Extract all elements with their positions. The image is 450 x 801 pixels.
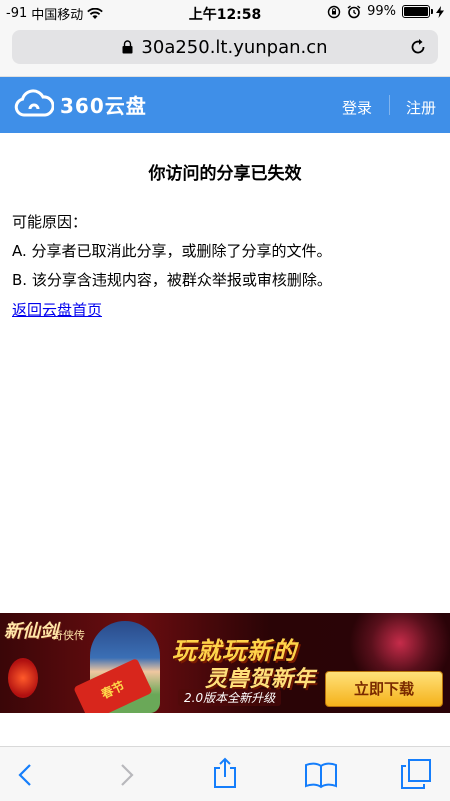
logo[interactable]: 360云盘 [14, 89, 147, 119]
back-icon[interactable] [12, 761, 40, 789]
alarm-icon [347, 4, 361, 18]
app-header: 360云盘 登录 注册 [0, 77, 450, 133]
ad-banner[interactable]: 新仙剑 奇侠传 春节 玩就玩新的 灵兽贺新年 2.0版本全新升级 立即下载 [0, 613, 450, 713]
battery-icon [402, 5, 433, 18]
forward-icon[interactable] [112, 761, 140, 789]
version-note: 2.0版本全新升级 [178, 689, 282, 706]
page-title: 你访问的分享已失效 [148, 164, 302, 184]
back-to-home-link[interactable]: 返回云盘首页 [12, 299, 102, 320]
nav-divider [389, 95, 390, 115]
bookmarks-icon[interactable] [304, 761, 338, 789]
reason-block: 可能原因： A. 分享者已取消此分享，或删除了分享的文件。 B. 该分享含违规内… [12, 208, 438, 295]
status-right: 99% [327, 4, 444, 19]
main-content: 你访问的分享已失效 可能原因： A. 分享者已取消此分享，或删除了分享的文件。 … [0, 133, 450, 320]
game-title: 新仙剑 [4, 621, 58, 642]
status-bar: -91 中国移动 上午12:58 99% [0, 0, 450, 24]
download-button[interactable]: 立即下载 [325, 671, 443, 707]
reason-b: B. 该分享含违规内容，被群众举报或审核删除。 [12, 271, 332, 289]
reason-heading: 可能原因： [12, 213, 88, 231]
browser-toolbar [0, 746, 450, 801]
reason-a: A. 分享者已取消此分享，或删除了分享的文件。 [12, 242, 332, 260]
share-icon[interactable] [211, 757, 239, 789]
url-text: 30a250.lt.yunpan.cn [141, 36, 328, 58]
battery-percent: 99% [367, 4, 396, 19]
orientation-lock-icon [327, 5, 341, 18]
login-link[interactable]: 登录 [342, 97, 372, 118]
charging-icon [436, 5, 444, 18]
tabs-icon[interactable] [400, 758, 432, 790]
cloud-icon [14, 89, 54, 117]
lantern-decoration [8, 658, 38, 698]
lock-icon [122, 40, 133, 54]
battery-fill [404, 7, 428, 16]
reload-icon[interactable] [408, 37, 428, 57]
game-subtitle: 奇侠传 [52, 629, 85, 642]
logo-text: 360云盘 [60, 93, 147, 118]
register-link[interactable]: 注册 [406, 97, 436, 118]
browser-address-area: 30a250.lt.yunpan.cn [0, 24, 450, 77]
address-bar[interactable]: 30a250.lt.yunpan.cn [12, 30, 438, 64]
battery-nub [431, 9, 433, 14]
